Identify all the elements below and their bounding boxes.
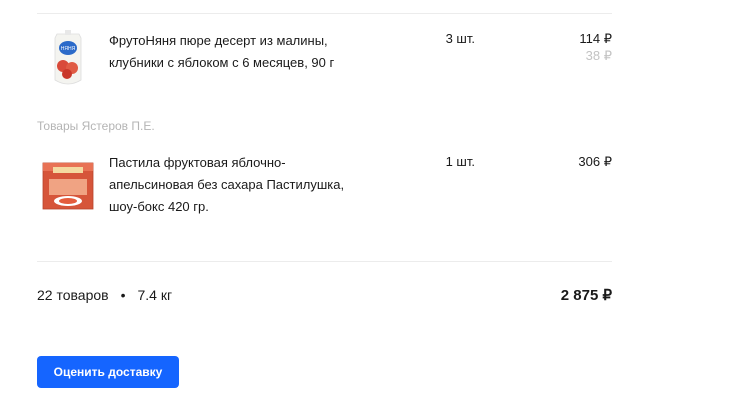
- cart-summary: 22 товаров • 7.4 кг: [37, 287, 172, 303]
- product-quantity: 3 шт.: [445, 31, 475, 46]
- product-old-price: 38 ₽: [585, 48, 612, 63]
- summary-divider: [37, 261, 612, 262]
- seller-label: Товары Ястеров П.Е.: [37, 119, 155, 133]
- product-name[interactable]: Пастила фруктовая яблочно-апельсиновая б…: [109, 152, 364, 218]
- product-name[interactable]: ФрутоНяня пюре десерт из малины, клубник…: [109, 30, 364, 74]
- items-count: 22 товаров: [37, 287, 109, 303]
- product-quantity: 1 шт.: [445, 154, 475, 169]
- separator-dot: •: [120, 287, 126, 303]
- product-price: 306 ₽: [578, 154, 612, 169]
- estimate-delivery-button[interactable]: Оценить доставку: [37, 356, 179, 388]
- total-price: 2 875 ₽: [560, 287, 612, 304]
- product-image[interactable]: [37, 155, 99, 217]
- svg-text:НЯНЯ: НЯНЯ: [61, 46, 76, 52]
- product-image[interactable]: НЯНЯ: [37, 28, 99, 90]
- top-divider: [37, 13, 612, 14]
- total-weight: 7.4 кг: [137, 287, 173, 303]
